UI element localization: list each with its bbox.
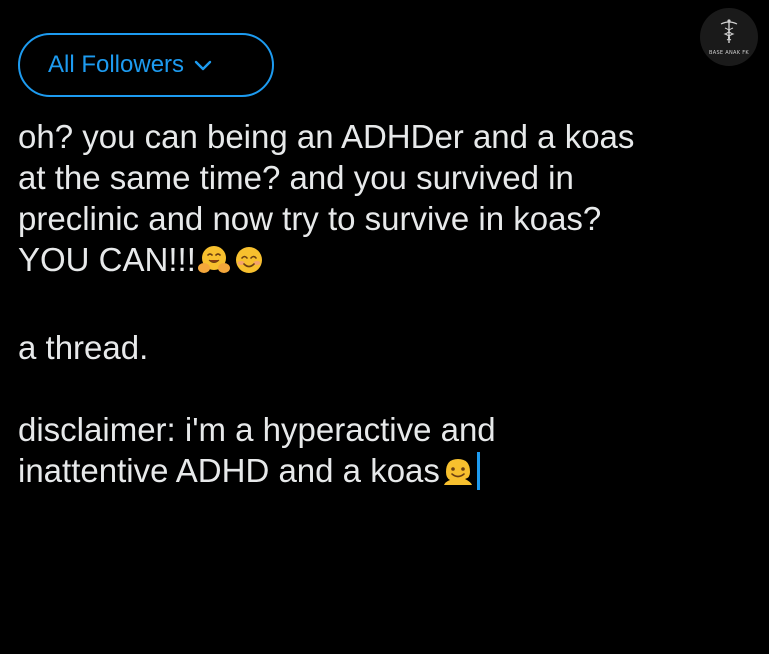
audience-selector-button[interactable]: All Followers (18, 33, 274, 97)
text-segment: YOU CAN!!! (18, 241, 196, 278)
text-line: preclinic and now try to survive in koas… (18, 200, 602, 237)
watermark-logo: BASE ANAK FK (700, 8, 758, 66)
watermark-text: BASE ANAK FK (709, 50, 749, 56)
melting-face-emoji (441, 454, 475, 497)
chevron-down-icon (192, 54, 214, 76)
text-line: oh? you can being an ADHDer and a koas (18, 118, 635, 155)
text-line: YOU CAN!!! (18, 239, 758, 286)
smiling-face-emoji (232, 243, 266, 286)
text-line: inattentive ADHD and a koas (18, 450, 758, 497)
audience-selector-label: All Followers (48, 51, 185, 78)
text-line: a thread. (18, 329, 149, 366)
post-text-area[interactable]: oh? you can being an ADHDer and a koas a… (18, 116, 758, 497)
text-line: at the same time? and you survived in (18, 159, 574, 196)
text-line: disclaimer: i'm a hyperactive and (18, 411, 496, 448)
caduceus-icon (718, 18, 740, 49)
text-segment: inattentive ADHD and a koas (18, 452, 440, 489)
tweet-composer-screen: All Followers BASE ANAK FK oh? you can b… (0, 0, 769, 654)
text-caret (476, 452, 480, 490)
hugging-face-emoji (197, 243, 231, 286)
